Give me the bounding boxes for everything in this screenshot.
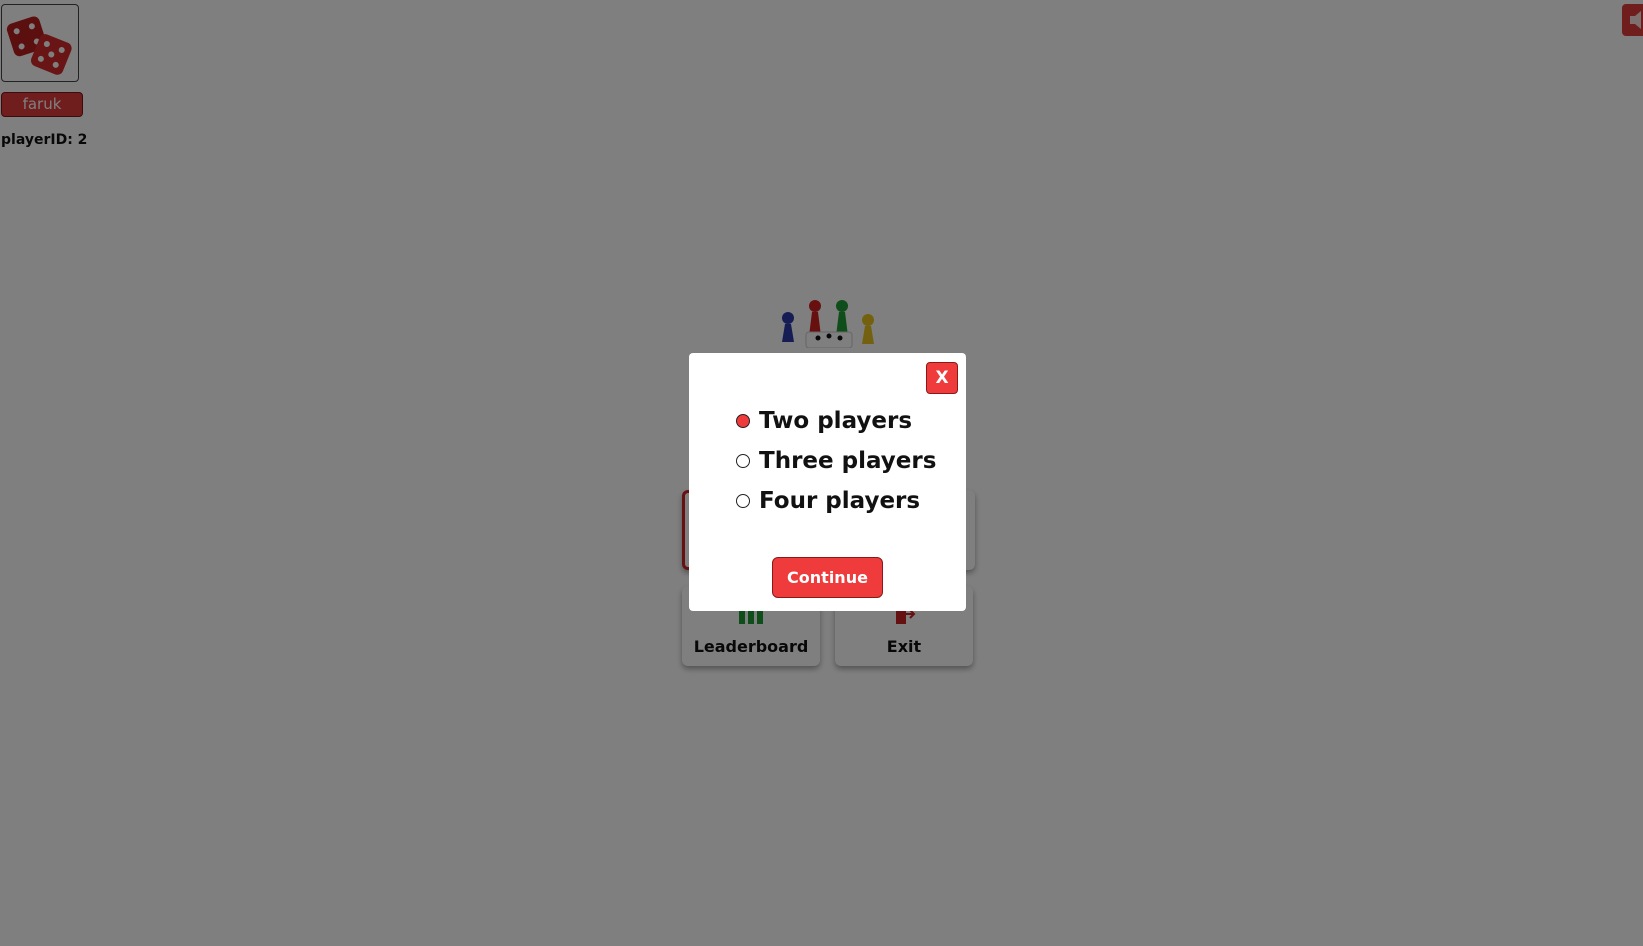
option-four-players[interactable]: Four players bbox=[736, 486, 920, 516]
option-two-players[interactable]: Two players bbox=[736, 406, 912, 436]
radio-two-players[interactable] bbox=[736, 414, 750, 428]
continue-button[interactable]: Continue bbox=[772, 557, 883, 598]
close-button[interactable]: X bbox=[926, 362, 958, 394]
option-three-players[interactable]: Three players bbox=[736, 446, 936, 476]
option-label: Two players bbox=[759, 408, 913, 434]
option-label: Three players bbox=[759, 448, 937, 474]
radio-four-players[interactable] bbox=[736, 494, 750, 508]
option-label: Four players bbox=[759, 488, 921, 514]
radio-three-players[interactable] bbox=[736, 454, 750, 468]
player-count-dialog: X Two players Three players Four players… bbox=[689, 353, 966, 611]
